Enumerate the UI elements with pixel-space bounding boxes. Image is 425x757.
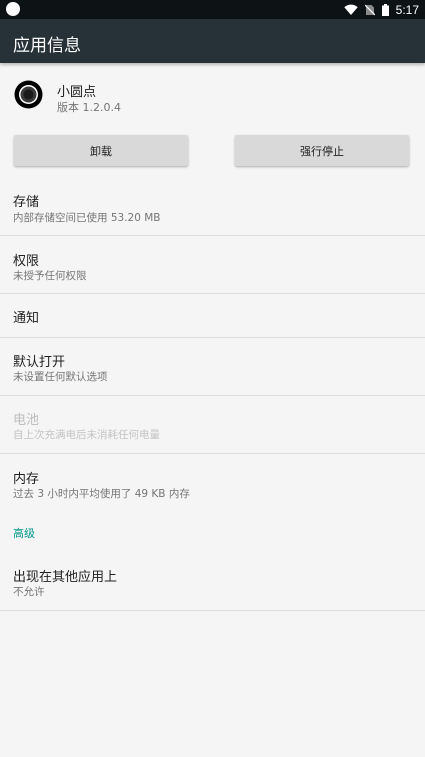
app-name: 小圆点: [57, 85, 97, 100]
open-by-default-summary: 未设置任何默认选项: [13, 371, 108, 383]
storage-item[interactable]: 存储 内部存储空间已使用 53.20 MB: [0, 177, 425, 236]
wifi-icon: [343, 4, 358, 15]
storage-title: 存储: [13, 195, 40, 210]
permissions-summary: 未授予任何权限: [13, 270, 87, 282]
display-over-other-apps-summary: 不允许: [13, 586, 45, 598]
display-over-other-apps-item[interactable]: 出现在其他应用上 不允许: [0, 552, 425, 611]
battery-title: 电池: [13, 413, 40, 428]
no-sim-icon: [364, 4, 375, 15]
notifications-title: 通知: [13, 311, 40, 326]
permissions-title: 权限: [13, 254, 40, 269]
page-title: 应用信息: [13, 36, 81, 56]
notification-dot-icon: [6, 2, 20, 16]
status-icons: 5:17: [343, 0, 419, 19]
advanced-section-header: 高级: [13, 527, 35, 540]
permissions-item[interactable]: 权限 未授予任何权限: [0, 236, 425, 294]
battery-item: 电池 自上次充满电后未消耗任何电量: [0, 396, 425, 454]
memory-summary: 过去 3 小时内平均使用了 49 KB 内存: [13, 488, 190, 500]
app-dot-icon: [14, 80, 43, 109]
memory-title: 内存: [13, 472, 40, 487]
storage-summary: 内部存储空间已使用 53.20 MB: [13, 212, 161, 224]
notifications-item[interactable]: 通知: [0, 294, 425, 338]
app-version: 版本 1.2.0.4: [57, 101, 121, 114]
status-time: 5:17: [395, 2, 419, 17]
memory-item[interactable]: 内存 过去 3 小时内平均使用了 49 KB 内存: [0, 454, 425, 512]
battery-summary: 自上次充满电后未消耗任何电量: [13, 429, 160, 441]
app-bar: 应用信息: [0, 19, 425, 63]
force-stop-button[interactable]: 强行停止: [235, 135, 409, 166]
uninstall-button[interactable]: 卸载: [14, 135, 188, 166]
app-header: 小圆点 版本 1.2.0.4: [0, 63, 425, 133]
status-bar: 5:17: [0, 0, 425, 19]
display-over-other-apps-title: 出现在其他应用上: [13, 570, 118, 585]
open-by-default-title: 默认打开: [13, 355, 66, 370]
battery-icon: [381, 3, 389, 16]
open-by-default-item[interactable]: 默认打开 未设置任何默认选项: [0, 338, 425, 396]
